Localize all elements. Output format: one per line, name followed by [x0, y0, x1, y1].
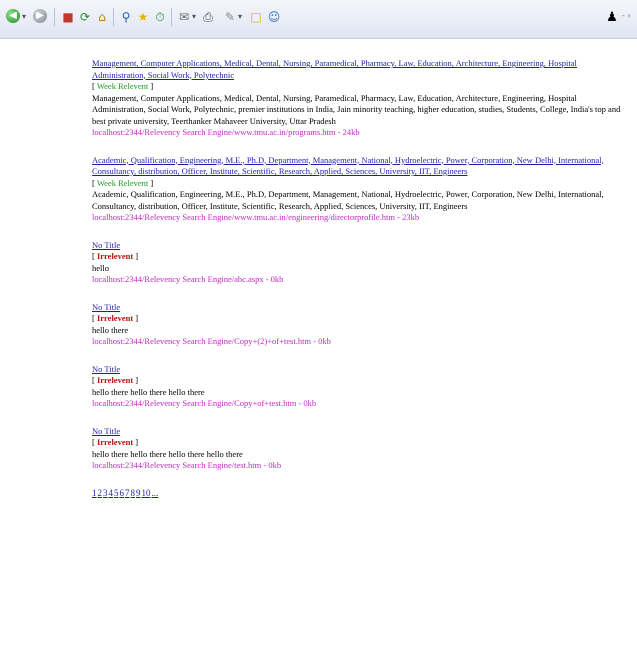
history-icon[interactable]: ⏱ — [152, 9, 168, 25]
forward-icon[interactable]: ▶ — [33, 9, 47, 23]
toolbar-separator — [171, 8, 172, 26]
relevance-badge: Week Relevent — [96, 177, 149, 188]
home-icon[interactable]: ⌂ — [94, 9, 110, 25]
result-title-link[interactable]: No Title — [92, 364, 120, 374]
result-url[interactable]: localhost:2344/Relevency Search Engine/t… — [92, 460, 632, 472]
favorites-icon[interactable]: ★ — [135, 9, 151, 25]
result-title-link[interactable]: No Title — [92, 240, 120, 250]
discuss-icon[interactable]: □ — [248, 9, 264, 25]
result-snippet: Management, Computer Applications, Medic… — [92, 92, 621, 126]
result-snippet: hello there — [92, 324, 129, 335]
page-link-more[interactable]: ... — [152, 488, 159, 498]
result-url[interactable]: localhost:2344/Relevency Search Engine/C… — [92, 336, 632, 348]
result-item: No Title [ Irrelevent ] hello there hell… — [92, 364, 632, 410]
refresh-icon[interactable]: ⟳ — [77, 9, 93, 25]
result-snippet: hello there hello there hello there hell… — [92, 448, 243, 459]
relevance-badge: Irrelevent — [96, 375, 134, 385]
back-icon[interactable]: ◀ — [6, 9, 20, 23]
result-snippet: hello there hello there hello there — [92, 386, 205, 397]
relevance-line: [ Irrelevent ] — [92, 375, 139, 385]
page-link[interactable]: 4 — [109, 488, 114, 498]
result-title-link[interactable]: Academic, Qualification, Engineering, M.… — [92, 155, 604, 177]
page-link[interactable]: 6 — [120, 488, 125, 498]
relevance-line: [ Week Relevent ] — [92, 177, 154, 188]
messenger-icon[interactable]: ☺ — [266, 9, 282, 25]
relevance-line: [ Irrelevent ] — [92, 313, 139, 323]
browser-toolbar: ◀ ▾ ▶ ■ ⟳ ⌂ ⚲ ★ ⏱ ✉ ▾ ⎙ ✎ ▾ □ ☺ ♟ - › — [0, 0, 637, 39]
page-link[interactable]: 2 — [98, 488, 103, 498]
relevance-badge: Week Relevent — [96, 81, 149, 91]
relevance-line: [ Irrelevent ] — [92, 437, 139, 447]
page-link[interactable]: 5 — [114, 488, 119, 498]
result-url[interactable]: localhost:2344/Relevency Search Engine/C… — [92, 398, 632, 410]
page-link[interactable]: 8 — [131, 488, 136, 498]
search-results: Management, Computer Applications, Medic… — [92, 58, 632, 499]
pagination: 12345678910... — [92, 488, 632, 500]
result-item: Management, Computer Applications, Medic… — [92, 58, 632, 139]
result-title-link[interactable]: Management, Computer Applications, Medic… — [92, 58, 577, 80]
mail-dropdown-icon[interactable]: ▾ — [192, 12, 196, 21]
relevance-badge: Irrelevent — [96, 437, 134, 447]
page-link[interactable]: 10 — [142, 488, 151, 498]
page-link[interactable]: 9 — [136, 488, 141, 498]
result-snippet: Academic, Qualification, Engineering, M.… — [92, 189, 604, 211]
mail-icon[interactable]: ✉ — [176, 9, 192, 25]
toolbar-overflow-icon[interactable]: - › — [622, 11, 631, 20]
result-title-link[interactable]: No Title — [92, 426, 120, 436]
edit-dropdown-icon[interactable]: ▾ — [238, 12, 242, 21]
result-url[interactable]: localhost:2344/Relevency Search Engine/a… — [92, 274, 632, 286]
relevance-badge: Irrelevent — [96, 251, 134, 261]
page-link[interactable]: 3 — [103, 488, 108, 498]
relevance-badge: Irrelevent — [96, 313, 134, 323]
result-snippet: hello — [92, 262, 109, 273]
search-icon[interactable]: ⚲ — [118, 9, 134, 25]
back-dropdown-icon[interactable]: ▾ — [22, 12, 26, 21]
relevance-line: [ Week Relevent ] — [92, 81, 154, 91]
result-item: No Title [ Irrelevent ] hello localhost:… — [92, 240, 632, 286]
edit-icon[interactable]: ✎ — [222, 9, 238, 25]
toolbar-separator — [113, 8, 114, 26]
relevance-line: [ Irrelevent ] — [92, 251, 139, 261]
result-item: No Title [ Irrelevent ] hello there hell… — [92, 426, 632, 472]
toolbar-separator — [54, 8, 55, 26]
print-icon[interactable]: ⎙ — [200, 9, 216, 25]
messenger-people-icon[interactable]: ♟ — [604, 9, 620, 25]
result-title-link[interactable]: No Title — [92, 302, 120, 312]
result-item: Academic, Qualification, Engineering, M.… — [92, 155, 632, 224]
result-url[interactable]: localhost:2344/Relevency Search Engine/w… — [92, 127, 632, 139]
result-url[interactable]: localhost:2344/Relevency Search Engine/w… — [92, 212, 632, 224]
page-link[interactable]: 1 — [92, 488, 97, 498]
page-link[interactable]: 7 — [125, 488, 130, 498]
stop-icon[interactable]: ■ — [60, 9, 76, 25]
result-item: No Title [ Irrelevent ] hello there loca… — [92, 302, 632, 348]
